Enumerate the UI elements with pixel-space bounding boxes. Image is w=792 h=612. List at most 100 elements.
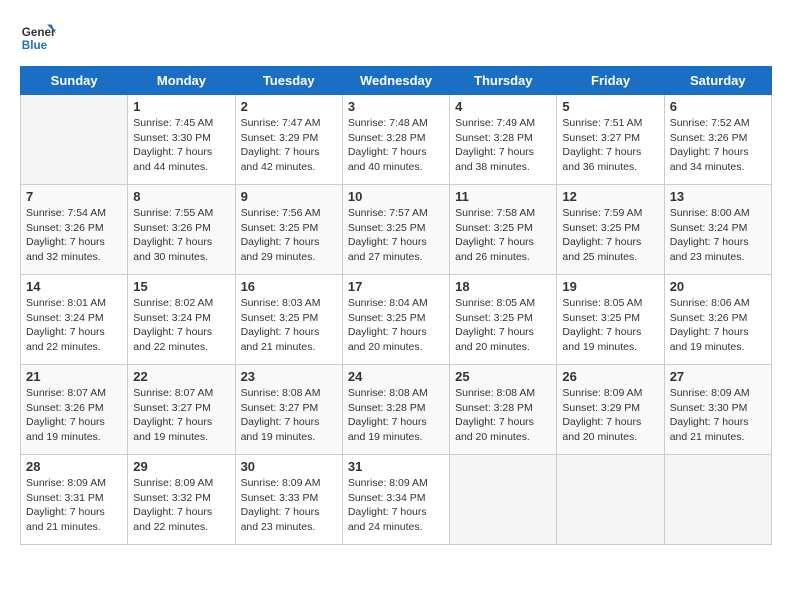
calendar-table: SundayMondayTuesdayWednesdayThursdayFrid… xyxy=(20,66,772,545)
day-number: 27 xyxy=(670,369,766,384)
day-info: Sunrise: 8:09 AMSunset: 3:31 PMDaylight:… xyxy=(26,476,122,535)
day-info: Sunrise: 8:01 AMSunset: 3:24 PMDaylight:… xyxy=(26,296,122,355)
day-number: 8 xyxy=(133,189,229,204)
calendar-cell: 5Sunrise: 7:51 AMSunset: 3:27 PMDaylight… xyxy=(557,95,664,185)
day-number: 18 xyxy=(455,279,551,294)
day-number: 24 xyxy=(348,369,444,384)
day-number: 11 xyxy=(455,189,551,204)
calendar-cell xyxy=(450,455,557,545)
day-number: 1 xyxy=(133,99,229,114)
day-number: 26 xyxy=(562,369,658,384)
day-number: 12 xyxy=(562,189,658,204)
day-info: Sunrise: 7:57 AMSunset: 3:25 PMDaylight:… xyxy=(348,206,444,265)
calendar-cell: 23 Sunrise: 8:08 AMSunset: 3:27 PMDayligh… xyxy=(235,365,342,455)
day-info: Sunrise: 8:08 AMSunset: 3:28 PMDaylight:… xyxy=(348,386,444,445)
calendar-week-row: 14 Sunrise: 8:01 AMSunset: 3:24 PMDayligh… xyxy=(21,275,772,365)
day-header-wednesday: Wednesday xyxy=(342,67,449,95)
day-info: Sunrise: 8:09 AMSunset: 3:32 PMDaylight:… xyxy=(133,476,229,535)
day-info: Sunrise: 7:58 AMSunset: 3:25 PMDaylight:… xyxy=(455,206,551,265)
calendar-cell: 27Sunrise: 8:09 AMSunset: 3:30 PMDayligh… xyxy=(664,365,771,455)
calendar-cell: 18 Sunrise: 8:05 AMSunset: 3:25 PMDayligh… xyxy=(450,275,557,365)
day-header-monday: Monday xyxy=(128,67,235,95)
day-number: 9 xyxy=(241,189,337,204)
calendar-cell: 8 Sunrise: 7:55 AMSunset: 3:26 PMDaylight… xyxy=(128,185,235,275)
day-header-friday: Friday xyxy=(557,67,664,95)
calendar-cell: 6 Sunrise: 7:52 AMSunset: 3:26 PMDaylight… xyxy=(664,95,771,185)
calendar-cell: 2 Sunrise: 7:47 AMSunset: 3:29 PMDaylight… xyxy=(235,95,342,185)
day-number: 17 xyxy=(348,279,444,294)
logo-icon: General Blue xyxy=(20,20,56,56)
calendar-week-row: 1Sunrise: 7:45 AMSunset: 3:30 PMDaylight… xyxy=(21,95,772,185)
calendar-cell: 3 Sunrise: 7:48 AMSunset: 3:28 PMDaylight… xyxy=(342,95,449,185)
day-info: Sunrise: 8:03 AMSunset: 3:25 PMDaylight:… xyxy=(241,296,337,355)
day-number: 15 xyxy=(133,279,229,294)
day-info: Sunrise: 8:00 AMSunset: 3:24 PMDaylight:… xyxy=(670,206,766,265)
calendar-cell xyxy=(21,95,128,185)
calendar-cell: 15 Sunrise: 8:02 AMSunset: 3:24 PMDayligh… xyxy=(128,275,235,365)
day-number: 29 xyxy=(133,459,229,474)
day-info: Sunrise: 7:48 AMSunset: 3:28 PMDaylight:… xyxy=(348,116,444,175)
day-info: Sunrise: 8:09 AMSunset: 3:29 PMDaylight:… xyxy=(562,386,658,445)
day-number: 25 xyxy=(455,369,551,384)
day-info: Sunrise: 8:05 AMSunset: 3:25 PMDaylight:… xyxy=(562,296,658,355)
day-number: 2 xyxy=(241,99,337,114)
day-header-thursday: Thursday xyxy=(450,67,557,95)
calendar-cell: 12 Sunrise: 7:59 AMSunset: 3:25 PMDayligh… xyxy=(557,185,664,275)
calendar-header-row: SundayMondayTuesdayWednesdayThursdayFrid… xyxy=(21,67,772,95)
day-number: 10 xyxy=(348,189,444,204)
day-number: 30 xyxy=(241,459,337,474)
day-header-sunday: Sunday xyxy=(21,67,128,95)
calendar-cell: 29 Sunrise: 8:09 AMSunset: 3:32 PMDayligh… xyxy=(128,455,235,545)
day-number: 16 xyxy=(241,279,337,294)
calendar-cell: 31Sunrise: 8:09 AMSunset: 3:34 PMDayligh… xyxy=(342,455,449,545)
day-number: 13 xyxy=(670,189,766,204)
day-info: Sunrise: 8:07 AMSunset: 3:26 PMDaylight:… xyxy=(26,386,122,445)
calendar-week-row: 21 Sunrise: 8:07 AMSunset: 3:26 PMDayligh… xyxy=(21,365,772,455)
day-info: Sunrise: 8:02 AMSunset: 3:24 PMDaylight:… xyxy=(133,296,229,355)
day-number: 21 xyxy=(26,369,122,384)
calendar-cell: 25Sunrise: 8:08 AMSunset: 3:28 PMDayligh… xyxy=(450,365,557,455)
calendar-cell: 7 Sunrise: 7:54 AMSunset: 3:26 PMDaylight… xyxy=(21,185,128,275)
day-number: 14 xyxy=(26,279,122,294)
calendar-week-row: 28 Sunrise: 8:09 AMSunset: 3:31 PMDayligh… xyxy=(21,455,772,545)
day-number: 31 xyxy=(348,459,444,474)
day-number: 7 xyxy=(26,189,122,204)
calendar-cell: 4Sunrise: 7:49 AMSunset: 3:28 PMDaylight… xyxy=(450,95,557,185)
day-info: Sunrise: 8:09 AMSunset: 3:33 PMDaylight:… xyxy=(241,476,337,535)
calendar-cell: 28 Sunrise: 8:09 AMSunset: 3:31 PMDayligh… xyxy=(21,455,128,545)
calendar-cell: 9 Sunrise: 7:56 AMSunset: 3:25 PMDaylight… xyxy=(235,185,342,275)
calendar-cell: 19 Sunrise: 8:05 AMSunset: 3:25 PMDayligh… xyxy=(557,275,664,365)
calendar-cell: 11 Sunrise: 7:58 AMSunset: 3:25 PMDayligh… xyxy=(450,185,557,275)
calendar-cell: 24 Sunrise: 8:08 AMSunset: 3:28 PMDayligh… xyxy=(342,365,449,455)
calendar-cell xyxy=(664,455,771,545)
calendar-cell: 22Sunrise: 8:07 AMSunset: 3:27 PMDayligh… xyxy=(128,365,235,455)
day-info: Sunrise: 7:52 AMSunset: 3:26 PMDaylight:… xyxy=(670,116,766,175)
day-info: Sunrise: 7:59 AMSunset: 3:25 PMDaylight:… xyxy=(562,206,658,265)
day-number: 5 xyxy=(562,99,658,114)
day-info: Sunrise: 7:47 AMSunset: 3:29 PMDaylight:… xyxy=(241,116,337,175)
day-info: Sunrise: 8:05 AMSunset: 3:25 PMDaylight:… xyxy=(455,296,551,355)
day-number: 6 xyxy=(670,99,766,114)
calendar-cell: 26 Sunrise: 8:09 AMSunset: 3:29 PMDayligh… xyxy=(557,365,664,455)
calendar-week-row: 7 Sunrise: 7:54 AMSunset: 3:26 PMDaylight… xyxy=(21,185,772,275)
day-number: 28 xyxy=(26,459,122,474)
day-info: Sunrise: 7:56 AMSunset: 3:25 PMDaylight:… xyxy=(241,206,337,265)
day-info: Sunrise: 8:04 AMSunset: 3:25 PMDaylight:… xyxy=(348,296,444,355)
day-number: 22 xyxy=(133,369,229,384)
calendar-cell: 17 Sunrise: 8:04 AMSunset: 3:25 PMDayligh… xyxy=(342,275,449,365)
day-info: Sunrise: 7:54 AMSunset: 3:26 PMDaylight:… xyxy=(26,206,122,265)
day-number: 3 xyxy=(348,99,444,114)
page-header: General Blue xyxy=(20,20,772,56)
calendar-cell: 21 Sunrise: 8:07 AMSunset: 3:26 PMDayligh… xyxy=(21,365,128,455)
day-info: Sunrise: 7:55 AMSunset: 3:26 PMDaylight:… xyxy=(133,206,229,265)
day-number: 23 xyxy=(241,369,337,384)
day-info: Sunrise: 8:08 AMSunset: 3:27 PMDaylight:… xyxy=(241,386,337,445)
calendar-cell: 13 Sunrise: 8:00 AMSunset: 3:24 PMDayligh… xyxy=(664,185,771,275)
day-number: 19 xyxy=(562,279,658,294)
day-number: 4 xyxy=(455,99,551,114)
calendar-cell: 20Sunrise: 8:06 AMSunset: 3:26 PMDayligh… xyxy=(664,275,771,365)
day-number: 20 xyxy=(670,279,766,294)
calendar-cell: 10 Sunrise: 7:57 AMSunset: 3:25 PMDayligh… xyxy=(342,185,449,275)
calendar-cell: 14 Sunrise: 8:01 AMSunset: 3:24 PMDayligh… xyxy=(21,275,128,365)
calendar-cell: 30 Sunrise: 8:09 AMSunset: 3:33 PMDayligh… xyxy=(235,455,342,545)
